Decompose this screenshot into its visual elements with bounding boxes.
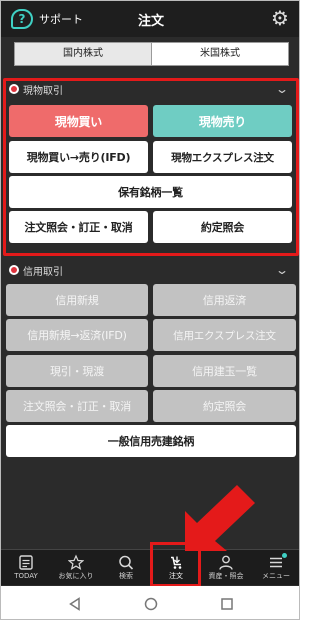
tab-us-stocks[interactable]: 米国株式 [152, 43, 288, 65]
margin-express-order-button[interactable]: 信用エクスプレス注文 [153, 319, 296, 351]
cash-express-order-button[interactable]: 現物エクスプレス注文 [153, 141, 292, 173]
search-icon [119, 555, 134, 570]
cash-section-header[interactable]: 現物取引 ⌄ [5, 80, 297, 98]
phone-screen: ? サポート 注文 ⚙ 国内株式 米国株式 現物取引 ⌄ 現物買い 現物売り 現… [0, 0, 300, 620]
nav-label: 注文 [169, 572, 183, 580]
margin-execution-inquiry-button[interactable]: 約定照会 [153, 390, 296, 422]
cash-sell-button[interactable]: 現物売り [153, 105, 292, 137]
market-tabs: 国内株式 米国株式 [14, 42, 289, 66]
nav-favorites[interactable]: お気に入り [51, 550, 101, 585]
bottom-navigation: TODAY お気に入り 検索 注文 資産・照会 メニュー [1, 549, 299, 585]
general-margin-short-list-button[interactable]: 一般信用売建銘柄 [6, 425, 296, 457]
person-icon [219, 555, 233, 570]
chevron-down-icon: ⌄ [274, 263, 290, 277]
recents-icon[interactable] [220, 597, 234, 611]
gear-icon[interactable]: ⚙ [269, 7, 291, 29]
app-header: ? サポート 注文 ⚙ [1, 1, 299, 37]
nav-label: メニュー [262, 572, 290, 580]
notification-dot [282, 553, 287, 558]
star-icon [68, 554, 84, 570]
section-dot-icon [9, 265, 19, 275]
nav-order[interactable]: 注文 [151, 550, 201, 585]
cash-ifd-button[interactable]: 現物買い→売り(IFD) [9, 141, 148, 173]
margin-section-title: 信用取引 [23, 266, 63, 278]
nav-menu[interactable]: メニュー [251, 550, 299, 585]
delivery-button[interactable]: 現引・現渡 [6, 355, 148, 387]
margin-ifd-button[interactable]: 信用新規→返済(IFD) [6, 319, 148, 351]
cash-section-title: 現物取引 [23, 85, 63, 97]
cash-execution-inquiry-button[interactable]: 約定照会 [153, 211, 292, 243]
nav-label: 検索 [119, 572, 133, 580]
holdings-list-button[interactable]: 保有銘柄一覧 [9, 176, 292, 208]
margin-repay-button[interactable]: 信用返済 [153, 284, 296, 316]
chevron-down-icon: ⌄ [274, 82, 290, 96]
system-navigation-bar [1, 586, 299, 619]
tab-domestic-stocks[interactable]: 国内株式 [15, 43, 152, 65]
nav-label: お気に入り [58, 572, 94, 580]
nav-assets[interactable]: 資産・照会 [201, 550, 251, 585]
cash-buy-button[interactable]: 現物買い [9, 105, 148, 137]
home-icon[interactable] [144, 597, 158, 611]
cash-order-inquiry-button[interactable]: 注文照会・訂正・取消 [9, 211, 148, 243]
back-icon[interactable] [68, 596, 82, 611]
nav-label: TODAY [14, 572, 38, 580]
order-icon [171, 556, 182, 569]
margin-order-inquiry-button[interactable]: 注文照会・訂正・取消 [6, 390, 148, 422]
today-icon [19, 555, 33, 570]
section-dot-icon [9, 84, 19, 94]
margin-new-button[interactable]: 信用新規 [6, 284, 148, 316]
margin-section-header[interactable]: 信用取引 ⌄ [5, 261, 297, 279]
nav-search[interactable]: 検索 [101, 550, 151, 585]
nav-today[interactable]: TODAY [1, 550, 51, 585]
page-title: 注文 [137, 14, 164, 29]
margin-positions-button[interactable]: 信用建玉一覧 [153, 355, 296, 387]
nav-label: 資産・照会 [208, 572, 244, 580]
